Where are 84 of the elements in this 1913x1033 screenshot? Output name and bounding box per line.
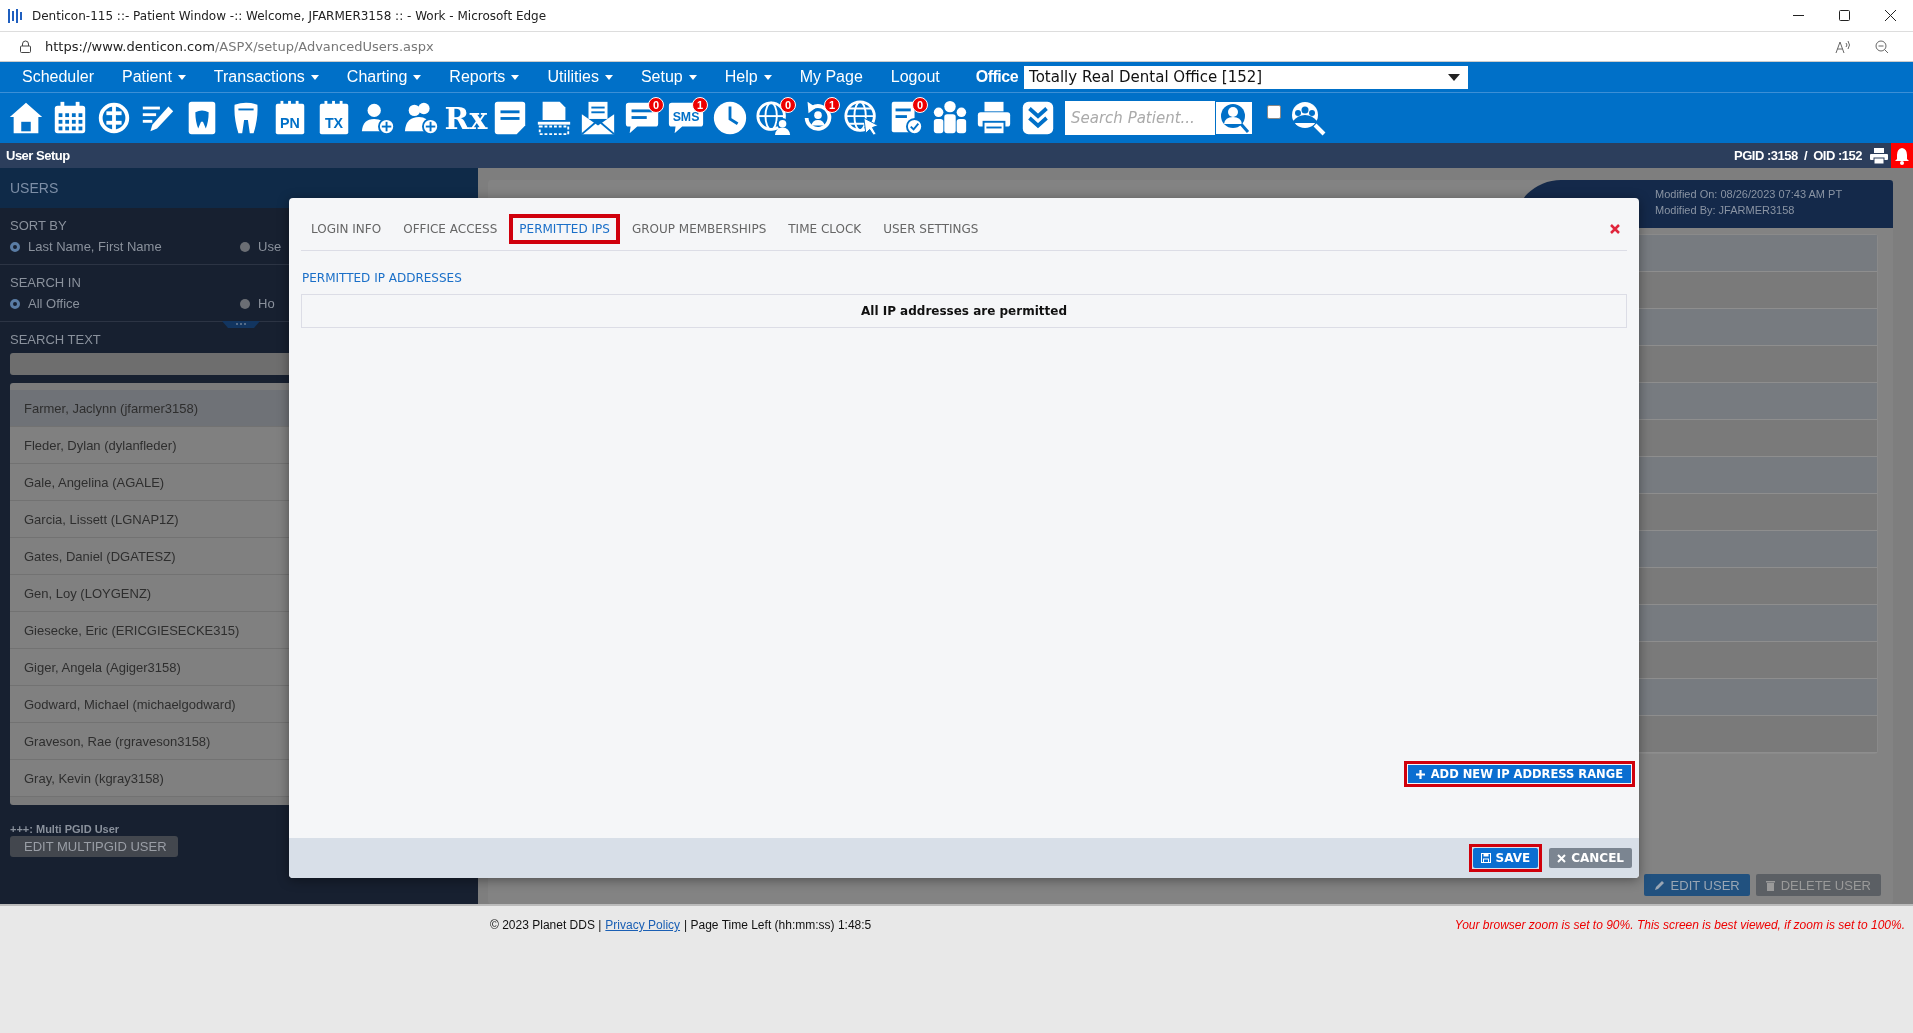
panel-title: USERS — [0, 168, 478, 208]
cancel-button[interactable]: CANCEL — [1549, 848, 1632, 868]
close-icon[interactable] — [1884, 10, 1896, 21]
printer-icon[interactable] — [1870, 147, 1888, 164]
pgid-oid-text: PGID :3158 / OID :152 — [1734, 148, 1862, 163]
lock-icon[interactable] — [20, 40, 31, 53]
caret-icon — [604, 74, 613, 80]
printer-icon[interactable] — [975, 99, 1013, 137]
envelope-icon[interactable] — [579, 99, 617, 137]
edit-user-button[interactable]: EDIT USER — [1643, 874, 1750, 896]
globe-icon[interactable] — [843, 99, 881, 137]
collapse-handle-icon[interactable] — [222, 321, 260, 328]
trash-icon — [1765, 879, 1775, 891]
patient-search-field[interactable]: Search Patient... — [1065, 101, 1215, 135]
app-icon — [8, 7, 22, 24]
radio-button[interactable] — [240, 241, 250, 252]
read-aloud-icon[interactable] — [1835, 39, 1851, 54]
menu-item[interactable]: Reports — [435, 62, 534, 92]
menu-item[interactable]: Patient — [108, 62, 200, 92]
radio-button[interactable] — [10, 241, 20, 252]
prescription-button[interactable]: Rx — [444, 100, 488, 136]
count-badge: 1 — [692, 97, 708, 113]
caret-icon — [310, 74, 319, 80]
radio-label: Last Name, First Name — [28, 239, 162, 254]
menu-item[interactable]: Charting — [332, 62, 436, 92]
zoom-warning: Your browser zoom is set to 90%. This screen is best viewed, if zoom is set to 100%. — [1454, 918, 1905, 932]
page-title: User Setup — [6, 148, 70, 163]
modified-by-text: Modified By: JFARMER3158 — [1655, 203, 1796, 218]
patient-search-button[interactable] — [1215, 101, 1253, 135]
window-title: Denticon-115 ::- Patient Window -:: Welcome, JFARMER3158 :: - Work - Microsoft Edge — [32, 8, 548, 23]
menu-item[interactable]: Logout — [876, 62, 954, 92]
close-icon — [1557, 853, 1567, 863]
caret-icon — [511, 74, 520, 80]
radio-button[interactable] — [10, 298, 20, 309]
checkbox[interactable] — [1267, 105, 1281, 119]
section-label: SEARCH TEXT — [10, 332, 101, 347]
tab[interactable]: GROUP MEMBERSHIPS — [625, 218, 773, 240]
office-label: Office — [974, 68, 1020, 86]
caret-icon — [763, 74, 772, 80]
pencil-icon — [1653, 879, 1665, 891]
maximize-icon[interactable] — [1838, 10, 1850, 21]
notification-button[interactable] — [1891, 143, 1913, 168]
caret-icon — [1448, 73, 1461, 81]
section-label: SORT BY — [10, 218, 67, 233]
count-badge: 1 — [824, 97, 840, 113]
section-label: SEARCH IN — [10, 275, 81, 290]
radio-button[interactable] — [240, 298, 250, 309]
section-title: PERMITTED IP ADDRESSES — [302, 271, 463, 285]
globe-icon[interactable] — [755, 99, 793, 137]
menu-item[interactable]: Scheduler — [8, 62, 109, 92]
caret-icon — [413, 74, 422, 80]
tab[interactable]: LOGIN INFO — [305, 218, 388, 240]
minimize-icon[interactable] — [1792, 14, 1804, 17]
zoom-out-icon[interactable] — [1875, 39, 1889, 54]
time-left-text: | Page Time Left (hh:mm:ss) 1:48:5 — [684, 918, 872, 932]
save-button[interactable]: SAVE — [1472, 848, 1539, 868]
radio-label: Use — [258, 239, 282, 254]
privacy-policy-link[interactable]: Privacy Policy — [605, 918, 681, 932]
scanner-icon[interactable] — [535, 99, 573, 137]
group-search-icon[interactable] — [1289, 99, 1327, 137]
radio-label: Ho — [258, 296, 275, 311]
save-icon — [1480, 853, 1491, 863]
radio-label: All Office — [28, 296, 80, 311]
menu-item[interactable]: My Page — [785, 62, 877, 92]
tab[interactable]: OFFICE ACCESS — [397, 218, 504, 240]
clock-icon[interactable] — [711, 99, 749, 137]
menu-item[interactable]: Utilities — [533, 62, 627, 92]
count-badge: 0 — [780, 97, 796, 113]
caret-icon — [177, 74, 186, 80]
caret-icon — [688, 74, 697, 80]
plus-icon — [1415, 769, 1425, 779]
add-ip-range-button[interactable]: ADD NEW IP ADDRESS RANGE — [1407, 765, 1631, 783]
menu-item[interactable]: Help — [710, 62, 786, 92]
tab[interactable]: TIME CLOCK — [782, 218, 868, 240]
count-badge: 0 — [648, 97, 664, 113]
copyright-text: © 2023 Planet DDS | — [490, 918, 602, 932]
office-dropdown[interactable]: Totally Real Dental Office [152] — [1024, 65, 1469, 89]
menu-item[interactable]: Setup — [626, 62, 711, 92]
menu-item[interactable]: Transactions — [199, 62, 333, 92]
modified-on-text: Modified On: 08/26/2023 07:43 AM PT — [1655, 187, 1844, 202]
count-badge: 0 — [912, 97, 928, 113]
tab[interactable]: USER SETTINGS — [877, 218, 985, 240]
empty-message: All IP addresses are permitted — [861, 304, 1067, 318]
legend-text: +++: Multi PGID User — [9, 822, 121, 836]
